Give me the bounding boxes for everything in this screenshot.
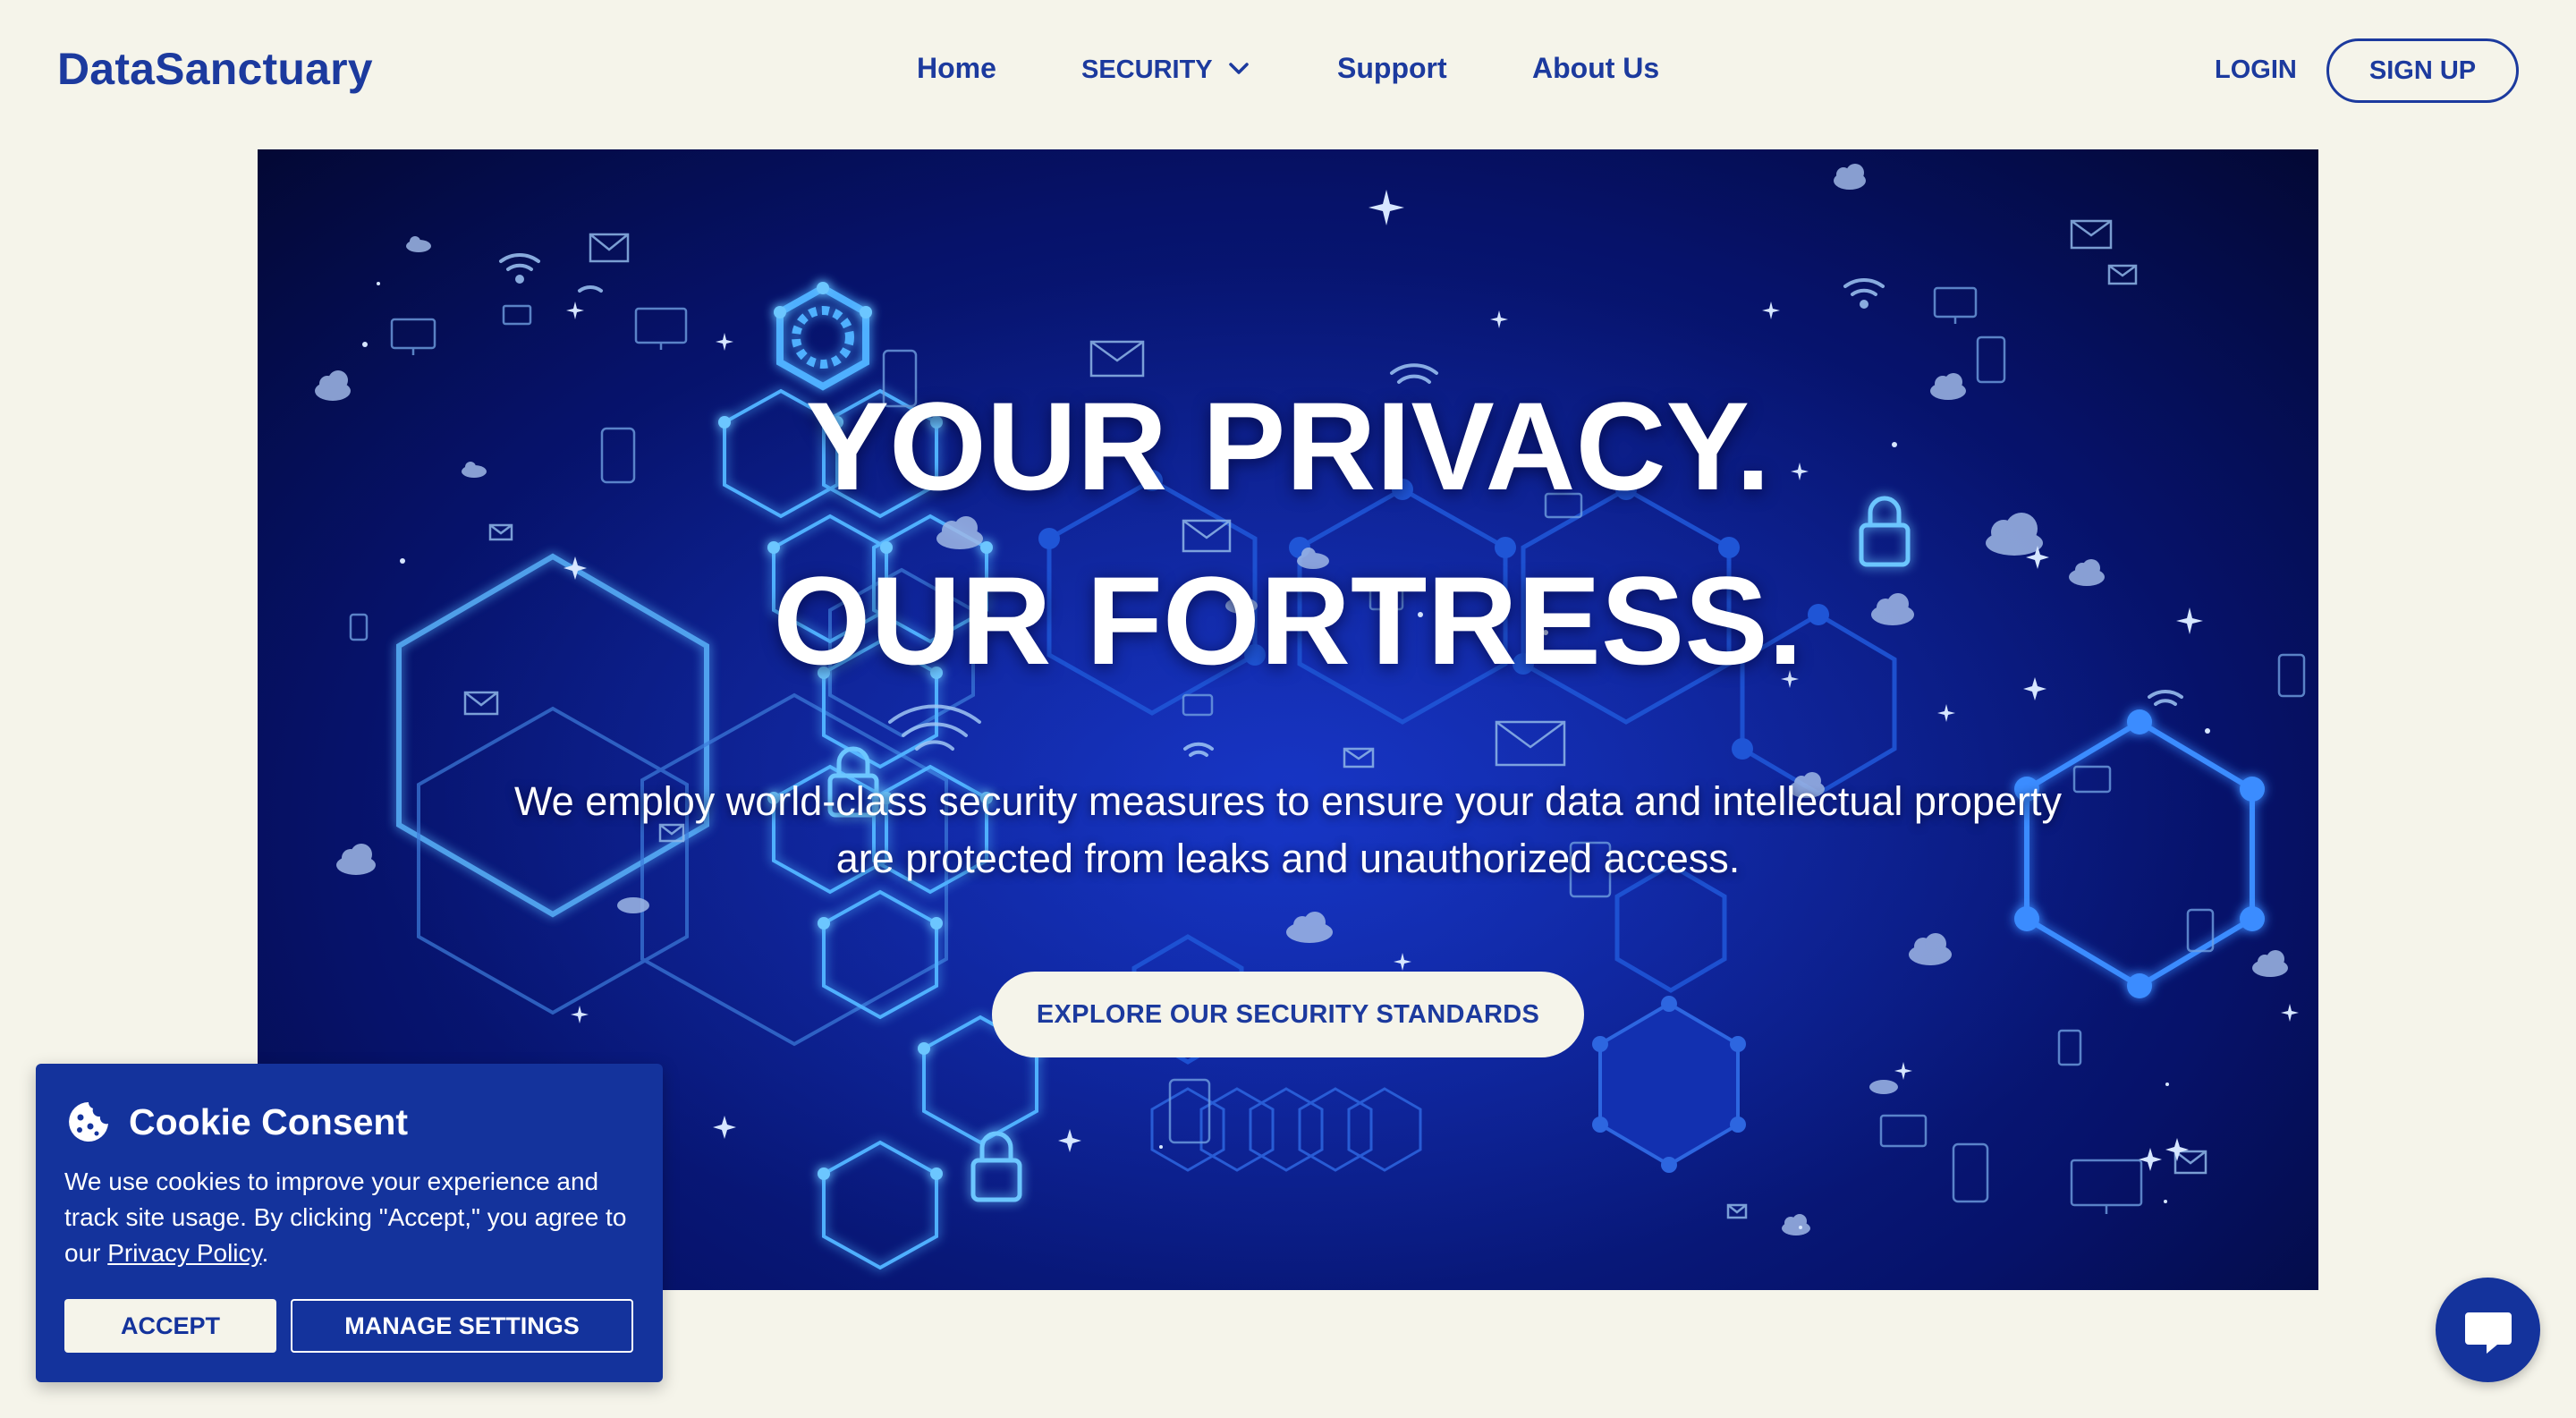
cookie-icon [69, 1102, 108, 1142]
site-logo[interactable]: DataSanctuary [57, 43, 373, 95]
nav-home-link[interactable]: Home [917, 52, 996, 85]
cookie-description: We use cookies to improve your experienc… [64, 1164, 646, 1271]
site-header: DataSanctuary Home SECURITY Support Abou… [0, 0, 2576, 143]
explore-security-button[interactable]: EXPLORE OUR SECURITY STANDARDS [992, 972, 1584, 1057]
hero-title-line-2: OUR FORTRESS. [773, 550, 1803, 691]
cookie-text-end: . [261, 1239, 269, 1267]
login-link[interactable]: LOGIN [2215, 55, 2297, 85]
hero-subtitle: We employ world-class security measures … [514, 778, 2062, 881]
cookie-title: Cookie Consent [129, 1101, 409, 1142]
nav-security-dropdown[interactable]: SECURITY [1081, 55, 1213, 85]
cookie-consent-banner: Cookie Consent We use cookies to improve… [36, 1064, 663, 1382]
chat-button[interactable] [2436, 1278, 2540, 1382]
signup-button[interactable]: SIGN UP [2326, 38, 2519, 103]
chevron-down-icon[interactable] [1227, 61, 1250, 77]
privacy-policy-link[interactable]: Privacy Policy [107, 1239, 261, 1267]
chat-bubble-icon [2464, 1312, 2512, 1354]
accept-cookies-button[interactable]: ACCEPT [64, 1299, 276, 1353]
hero-title-line-1: YOUR PRIVACY. [805, 376, 1771, 516]
nav-support-link[interactable]: Support [1337, 52, 1447, 85]
manage-settings-button[interactable]: MANAGE SETTINGS [291, 1299, 633, 1353]
nav-about-link[interactable]: About Us [1532, 52, 1659, 85]
